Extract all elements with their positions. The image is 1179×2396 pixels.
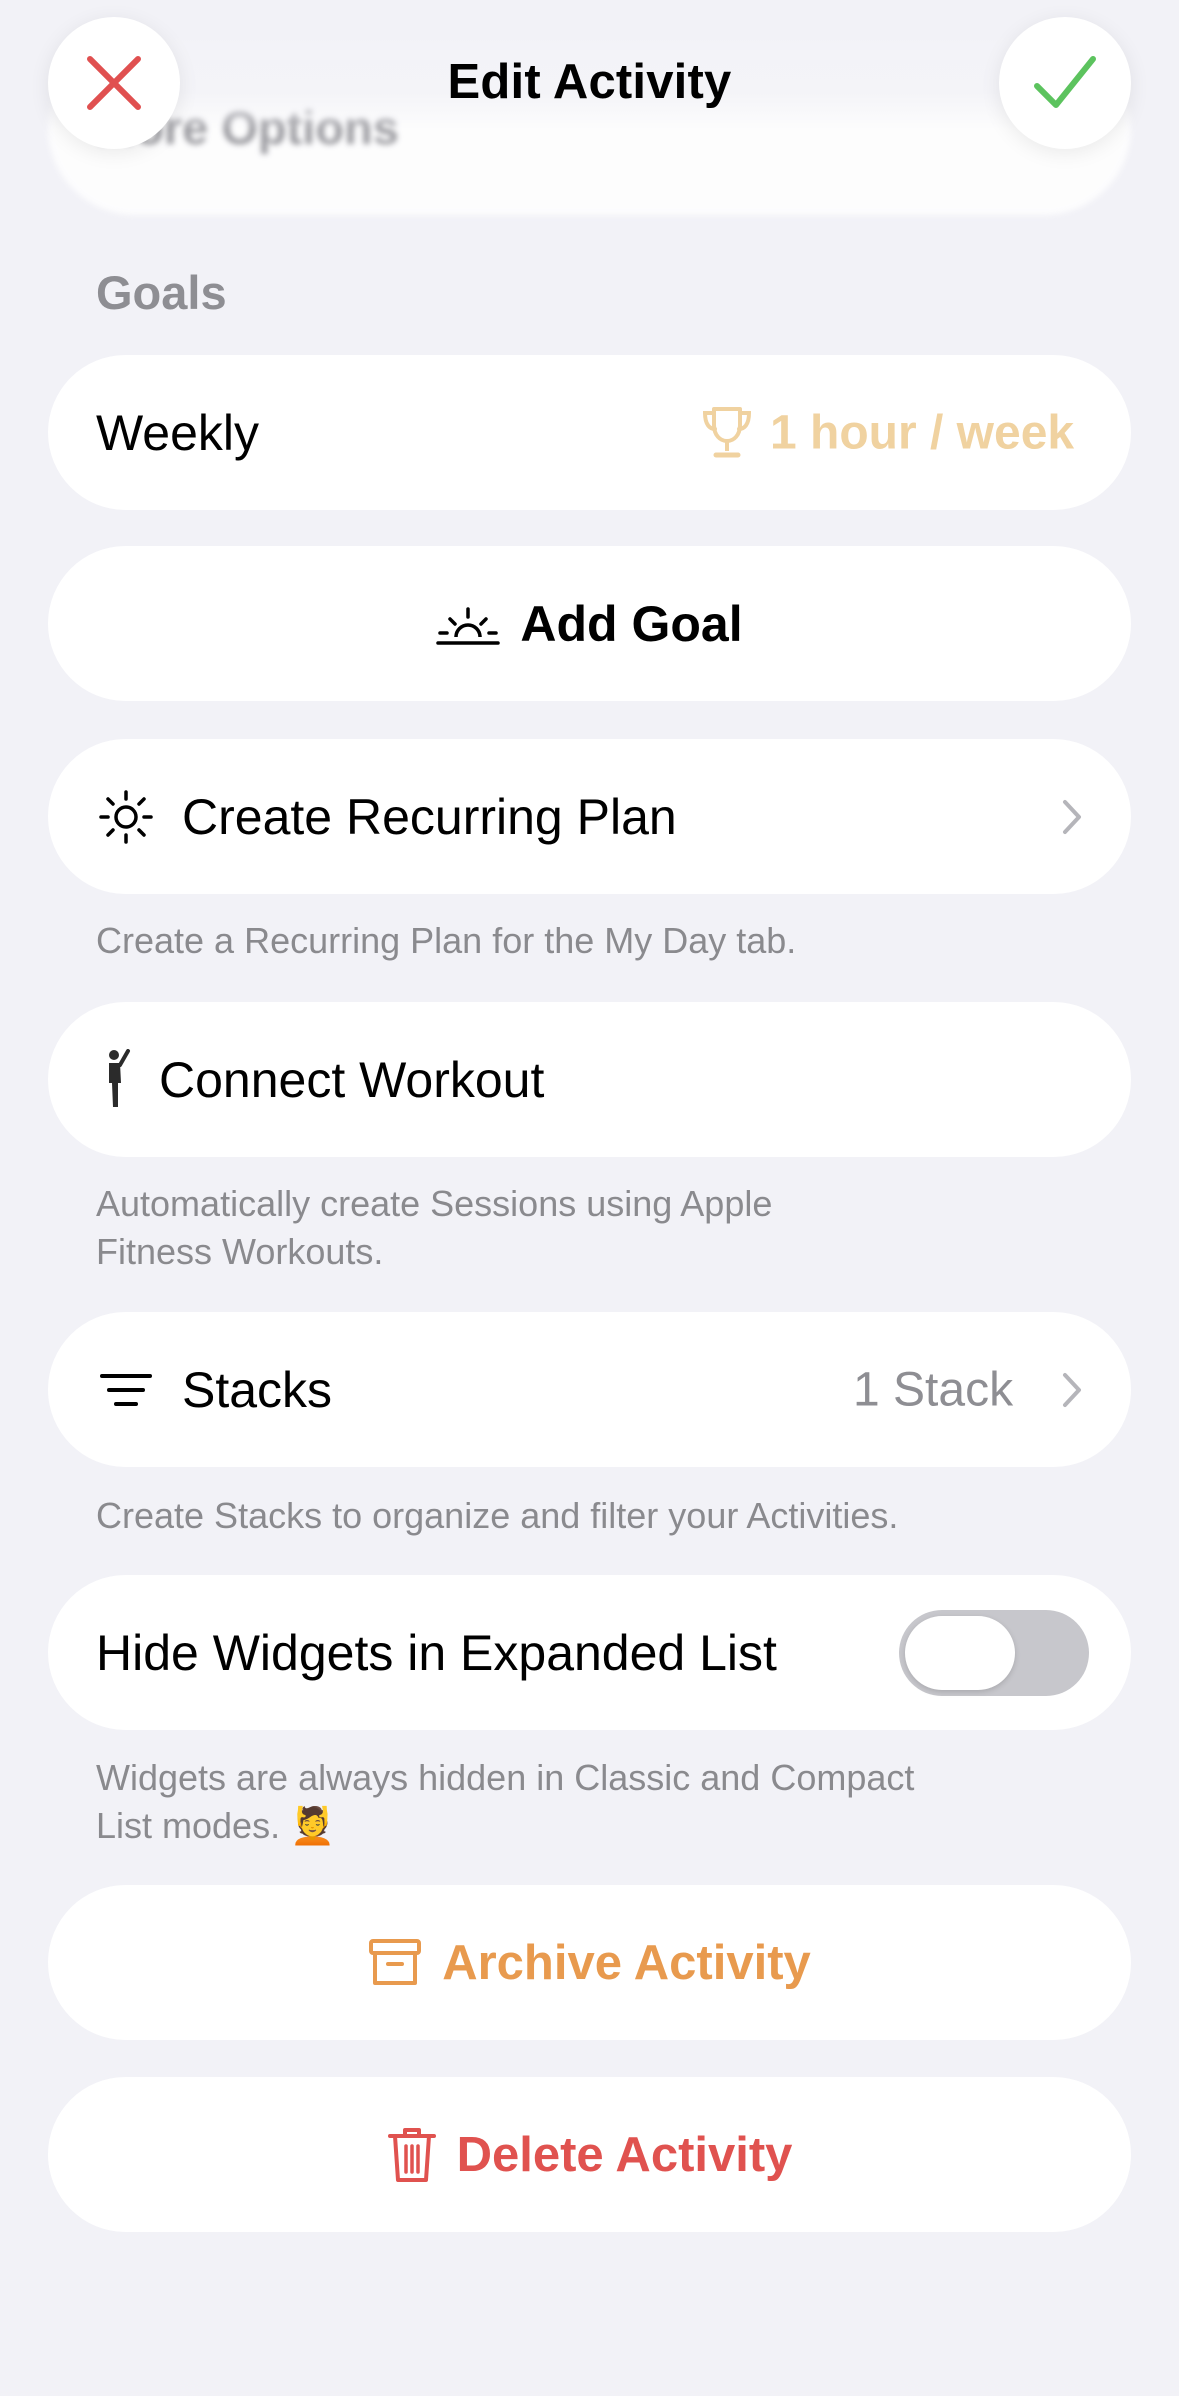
hide-widgets-label: Hide Widgets in Expanded List bbox=[96, 1624, 777, 1681]
goals-section-label: Goals bbox=[96, 266, 227, 319]
connect-workout-label: Connect Workout bbox=[159, 1051, 545, 1108]
stacks-footnote: Create Stacks to organize and filter you… bbox=[96, 1495, 899, 1536]
sunrise-icon bbox=[436, 606, 501, 645]
stacks-row[interactable]: Stacks 1 Stack bbox=[48, 1312, 1131, 1467]
delete-activity-label: Delete Activity bbox=[456, 2127, 793, 2182]
weekly-goal-row[interactable]: Weekly 1 hour / week bbox=[48, 355, 1131, 510]
create-recurring-plan-label: Create Recurring Plan bbox=[182, 788, 677, 845]
edit-activity-screen: More Options Edit Activity Goals Weekly bbox=[0, 0, 1179, 2396]
weekly-goal-value: 1 hour / week bbox=[770, 406, 1075, 459]
archive-activity-content: Archive Activity bbox=[48, 1935, 1131, 1991]
person-standing-icon bbox=[100, 1048, 136, 1111]
recurring-plan-footnote: Create a Recurring Plan for the My Day t… bbox=[96, 920, 797, 961]
chevron-right-icon bbox=[1063, 799, 1081, 834]
add-goal-button[interactable]: Add Goal bbox=[48, 546, 1131, 701]
hide-widgets-footnote: Widgets are always hidden in Classic and… bbox=[96, 1754, 1096, 1850]
hide-widgets-footnote-line1: Widgets are always hidden in Classic and… bbox=[96, 1757, 915, 1798]
checkmark-icon bbox=[1034, 56, 1096, 108]
stacks-label: Stacks bbox=[182, 1361, 333, 1418]
sun-icon bbox=[98, 789, 154, 845]
archive-box-icon bbox=[369, 1938, 422, 1985]
add-goal-content: Add Goal bbox=[48, 595, 1131, 653]
hide-widgets-footnote-line2: List modes. 💆 bbox=[96, 1802, 1096, 1850]
done-button[interactable] bbox=[999, 17, 1131, 149]
stacks-value: 1 Stack bbox=[853, 1363, 1014, 1416]
filter-lines-icon bbox=[100, 1372, 152, 1408]
toggle-knob bbox=[905, 1615, 1015, 1690]
delete-activity-content: Delete Activity bbox=[48, 2126, 1131, 2184]
connect-workout-row[interactable]: Connect Workout bbox=[48, 1002, 1131, 1157]
massage-emoji: 💆 bbox=[290, 1805, 335, 1846]
delete-activity-button[interactable]: Delete Activity bbox=[48, 2077, 1131, 2232]
header: Edit Activity bbox=[0, 0, 1179, 160]
archive-activity-label: Archive Activity bbox=[442, 1935, 811, 1990]
hide-widgets-row: Hide Widgets in Expanded List bbox=[48, 1575, 1131, 1730]
connect-workout-footnote-line2: Fitness Workouts. bbox=[96, 1231, 384, 1272]
connect-workout-footnote: Automatically create Sessions using Appl… bbox=[96, 1180, 996, 1276]
hide-widgets-toggle[interactable] bbox=[899, 1609, 1089, 1696]
trash-icon bbox=[387, 2127, 436, 2182]
connect-workout-footnote-line1: Automatically create Sessions using Appl… bbox=[96, 1183, 773, 1224]
create-recurring-plan-row[interactable]: Create Recurring Plan bbox=[48, 739, 1131, 894]
add-goal-label: Add Goal bbox=[520, 595, 743, 652]
archive-activity-button[interactable]: Archive Activity bbox=[48, 1885, 1131, 2040]
trophy-icon bbox=[700, 403, 754, 463]
hide-widgets-footnote-text: List modes. bbox=[96, 1805, 281, 1846]
weekly-goal-label: Weekly bbox=[96, 404, 260, 461]
chevron-right-icon bbox=[1063, 1372, 1081, 1407]
